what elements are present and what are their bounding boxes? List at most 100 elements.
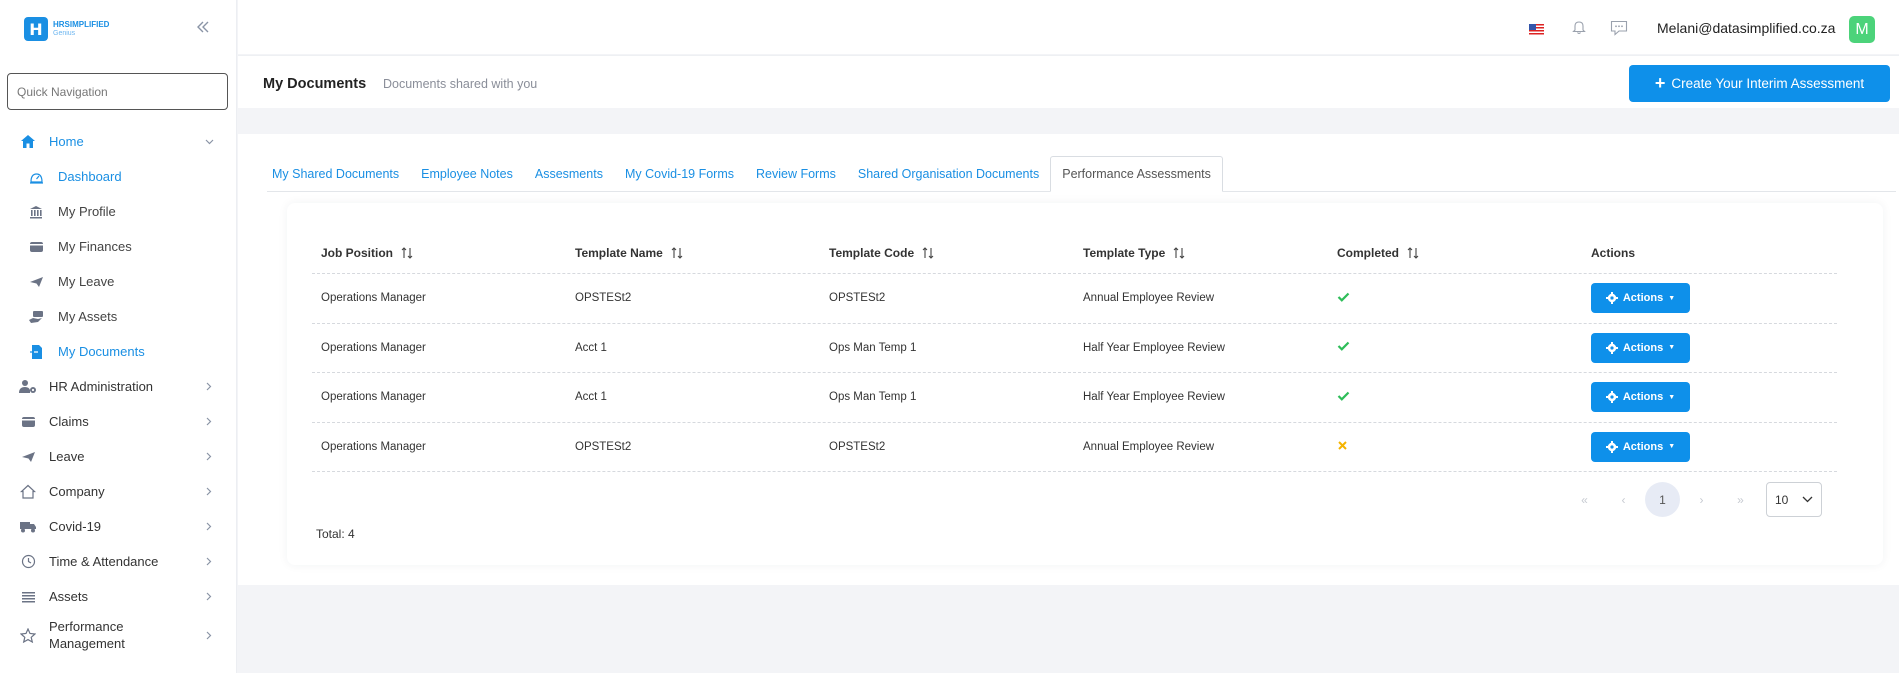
chevron-right-icon [204, 487, 214, 497]
collapse-sidebar-icon[interactable] [196, 18, 212, 38]
gear-icon [1605, 341, 1618, 354]
check-icon [1337, 341, 1350, 352]
actions-dropdown-button[interactable]: Actions ▼ [1591, 431, 1690, 462]
tab-my-covid-19-forms[interactable]: My Covid-19 Forms [614, 156, 745, 192]
bell-icon[interactable] [1572, 19, 1586, 35]
cell-job-position: Operations Manager [321, 391, 426, 404]
actions-dropdown-button[interactable]: Actions ▼ [1591, 283, 1690, 314]
list-icon [19, 588, 37, 606]
column-header-completed[interactable]: Completed [1328, 246, 1582, 260]
column-header-template-type[interactable]: Template Type [1074, 246, 1328, 260]
sidebar-item-label: Performance Management [49, 619, 125, 651]
page-size-select[interactable]: 10 [1766, 482, 1822, 517]
actions-dropdown-button[interactable]: Actions ▼ [1591, 382, 1690, 413]
wallet-icon [19, 413, 37, 431]
sidebar-item-label: My Finances [58, 239, 132, 254]
gear-icon [1605, 391, 1618, 404]
cell-actions: Actions ▼ [1582, 283, 1837, 314]
bank-icon [27, 203, 45, 221]
actions-label: Actions [1622, 440, 1664, 453]
sidebar-item-my-profile[interactable]: My Profile [0, 194, 237, 229]
sidebar-nav: Home Dashboard My Profile My Finances My… [0, 124, 237, 656]
chevron-right-icon [204, 417, 214, 427]
tab-my-shared-documents[interactable]: My Shared Documents [267, 156, 410, 192]
check-icon [1337, 391, 1350, 401]
first-page-icon[interactable]: « [1567, 482, 1602, 517]
sidebar-item-company[interactable]: Company [0, 474, 237, 509]
next-page-icon[interactable]: › [1684, 482, 1719, 517]
chevron-down-icon [1802, 496, 1813, 503]
sidebar-item-label: Claims [49, 414, 89, 429]
sidebar-item-my-leave[interactable]: My Leave [0, 264, 237, 299]
actions-dropdown-button[interactable]: Actions ▼ [1591, 332, 1690, 363]
column-label: Job Position [321, 245, 393, 260]
sidebar-item-my-finances[interactable]: My Finances [0, 229, 237, 264]
chat-icon[interactable] [1610, 20, 1628, 36]
sidebar-item-hr-administration[interactable]: HR Administration [0, 369, 237, 404]
column-label: Template Type [1083, 245, 1166, 260]
caret-down-icon: ▼ [1668, 294, 1676, 302]
sidebar-item-my-assets[interactable]: My Assets [0, 299, 237, 334]
tab-review-forms[interactable]: Review Forms [745, 156, 847, 192]
actions-label: Actions [1622, 391, 1664, 404]
chevron-right-icon [204, 557, 214, 567]
sidebar-item-label: My Assets [58, 309, 118, 324]
sidebar-item-label: My Leave [58, 274, 115, 289]
sidebar-item-label: Time & Attendance [49, 554, 159, 569]
tab-performance-assessments[interactable]: Performance Assessments [1050, 156, 1223, 192]
document-tabs: My Shared Documents Employee Notes Asses… [267, 156, 1223, 192]
user-email[interactable]: Melani@datasimplified.co.za [1657, 20, 1835, 36]
sort-icon[interactable] [671, 246, 683, 260]
sort-icon[interactable] [401, 246, 413, 260]
dashboard-icon [27, 168, 45, 186]
caret-down-icon: ▼ [1668, 344, 1676, 352]
sidebar-item-performance-management[interactable]: Performance Management [0, 614, 237, 656]
sidebar-item-home[interactable]: Home [0, 124, 237, 159]
main-content: My Shared Documents Employee Notes Asses… [238, 134, 1899, 585]
chevron-right-icon [204, 522, 214, 532]
chevron-right-icon [204, 382, 214, 392]
page-title: My Documents [263, 76, 367, 92]
sidebar-item-label: Company [49, 484, 105, 499]
tab-shared-organisation-documents[interactable]: Shared Organisation Documents [847, 156, 1050, 192]
table-row: Operations Manager OPSTESt2 OPSTESt2 Ann… [312, 274, 1837, 324]
tab-assesments[interactable]: Assesments [524, 156, 614, 192]
page-number[interactable]: 1 [1645, 482, 1680, 517]
cell-completed [1328, 440, 1582, 454]
sort-icon[interactable] [1407, 246, 1419, 260]
sidebar-item-label: My Profile [58, 204, 116, 219]
column-header-template-code[interactable]: Template Code [820, 246, 1074, 260]
document-icon [27, 343, 45, 361]
last-page-icon[interactable]: » [1723, 482, 1758, 517]
total-count: Total: 4 [316, 527, 355, 541]
avatar[interactable]: M [1849, 16, 1875, 43]
cell-template-name: OPSTESt2 [575, 440, 632, 453]
sidebar-item-label: HR Administration [49, 379, 154, 394]
sidebar-item-covid-19[interactable]: Covid-19 [0, 509, 237, 544]
column-header-template-name[interactable]: Template Name [566, 246, 820, 260]
column-label: Template Name [575, 245, 663, 260]
sort-icon[interactable] [922, 246, 934, 260]
quick-navigation-input[interactable] [7, 73, 228, 110]
page-header: My Documents Documents shared with you +… [238, 55, 1899, 108]
sidebar-item-dashboard[interactable]: Dashboard [0, 159, 237, 194]
topbar: Melani@datasimplified.co.za M [238, 0, 1899, 54]
sidebar-item-time-attendance[interactable]: Time & Attendance [0, 544, 237, 579]
sidebar-item-claims[interactable]: Claims [0, 404, 237, 439]
logo-icon: H [24, 17, 48, 41]
sidebar-item-label: Leave [49, 449, 85, 464]
logo[interactable]: H HRSIMPLIFIED Genius [24, 17, 109, 41]
logo-subtext: Genius [53, 30, 76, 37]
column-header-actions: Actions [1582, 246, 1837, 260]
previous-page-icon[interactable]: ‹ [1606, 482, 1641, 517]
us-flag-icon[interactable] [1529, 22, 1544, 35]
plane-icon [27, 273, 45, 291]
column-header-job-position[interactable]: Job Position [312, 246, 566, 260]
sidebar-item-my-documents[interactable]: My Documents [0, 334, 237, 369]
tab-employee-notes[interactable]: Employee Notes [410, 156, 524, 192]
sidebar-item-leave[interactable]: Leave [0, 439, 237, 474]
create-interim-assessment-button[interactable]: + Create Your Interim Assessment [1629, 65, 1890, 102]
sort-icon[interactable] [1173, 246, 1185, 260]
sidebar-item-assets[interactable]: Assets [0, 579, 237, 614]
cell-template-code: OPSTESt2 [829, 292, 886, 305]
